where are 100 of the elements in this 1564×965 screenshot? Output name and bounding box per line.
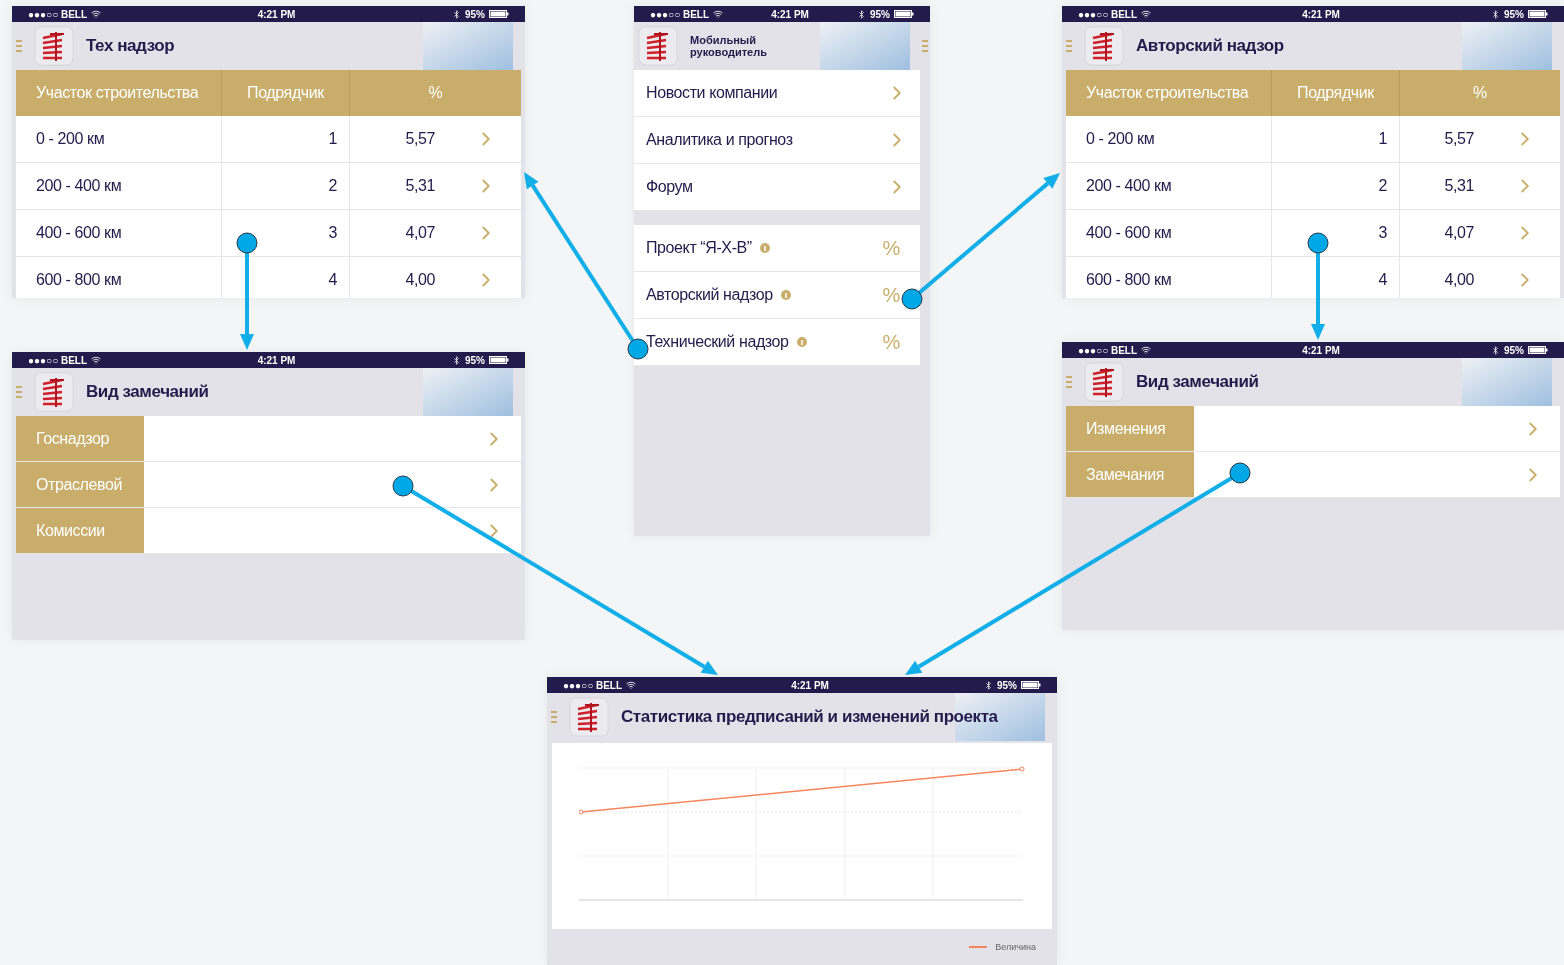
table-row[interactable]: 600 - 800 км 4 4,00 [1066, 257, 1560, 298]
battery-icon [1528, 10, 1548, 18]
wifi-icon [91, 9, 102, 19]
battery-icon [894, 10, 914, 18]
table-cell-text: 5,31 [405, 176, 435, 196]
table-cell: 2 [1272, 163, 1400, 209]
legend-line-icon [969, 946, 988, 950]
menu-item-label: Технический надзор [646, 332, 789, 352]
screen-title: Авторский надзор [1136, 35, 1284, 58]
table-cell: 4 [1272, 257, 1400, 298]
carrier-label: ●●●○○ BELL [650, 7, 710, 22]
building-logo-icon [638, 26, 678, 66]
carrier-label: ●●●○○ BELL [1078, 7, 1138, 22]
menu-item[interactable]: Проект “Я-Х-В” % [634, 225, 920, 272]
table-cell: 0 - 200 км [16, 116, 222, 162]
info-icon [780, 290, 791, 300]
menu-item-label: Аналитика и прогноз [646, 130, 793, 150]
screen-title: Статистика предписаний и изменений проекта [621, 706, 998, 729]
menu-icon[interactable] [1066, 376, 1072, 388]
carrier-label: ●●●○○ BELL [1078, 343, 1138, 358]
clock-label: 4:21 PM [257, 353, 296, 368]
column-header: % [1472, 83, 1488, 103]
menu-item[interactable]: Авторский надзор % [634, 272, 920, 319]
percent-label: % [882, 330, 901, 355]
battery-icon [1021, 681, 1041, 689]
carrier-label: ●●●○○ BELL [563, 678, 623, 693]
table-cell: 1 [222, 116, 350, 162]
battery-icon [489, 10, 509, 18]
wifi-icon [713, 9, 724, 19]
table-cell-text: 5,57 [1444, 129, 1474, 149]
table-cell-text: 4,07 [1444, 223, 1474, 243]
menu-icon[interactable] [1066, 40, 1072, 52]
menu-item[interactable]: Новости компании [634, 70, 920, 117]
battery-label: 95% [465, 353, 485, 368]
carrier-label: ●●●○○ BELL [28, 353, 88, 368]
wifi-icon [1141, 9, 1152, 19]
column-header: % [427, 83, 444, 103]
screen-title: Вид замечаний [86, 381, 209, 404]
table-row[interactable]: 0 - 200 км 1 5,57 [16, 116, 521, 163]
table-cell: 400 - 600 км [1066, 210, 1272, 256]
clock-label: 4:21 PM [1302, 7, 1340, 22]
battery-label: 95% [997, 678, 1017, 693]
table-cell-text: 4,07 [405, 223, 435, 243]
battery-label: 95% [1504, 7, 1524, 22]
battery-icon [1528, 346, 1548, 354]
menu-item-label: Новости компании [646, 83, 778, 103]
table-row[interactable]: 200 - 400 км 2 5,31 [1066, 163, 1560, 210]
menu-item[interactable]: Аналитика и прогноз [634, 117, 920, 164]
table-row[interactable]: 200 - 400 км 2 5,31 [16, 163, 521, 210]
table-cell: 1 [1272, 116, 1400, 162]
menu-icon[interactable] [16, 386, 22, 398]
menu-item[interactable]: Форум [634, 164, 920, 211]
wifi-icon [91, 355, 102, 365]
bluetooth-icon [857, 9, 866, 19]
clock-label: 4:21 PM [771, 7, 809, 22]
info-icon [759, 243, 770, 253]
menu-icon[interactable] [16, 40, 22, 52]
category-label: Изменения [1066, 406, 1194, 451]
table-row[interactable]: 600 - 800 км 4 4,00 [16, 257, 521, 298]
category-label: Комиссии [16, 508, 144, 553]
building-logo-icon [34, 372, 74, 412]
table-cell: 200 - 400 км [1066, 163, 1272, 209]
bluetooth-icon [984, 680, 993, 690]
table-cell: 600 - 800 км [1066, 257, 1272, 298]
bluetooth-icon [1491, 9, 1500, 19]
percent-label: % [882, 283, 901, 308]
category-label: Замечания [1066, 452, 1194, 497]
clock-label: 4:21 PM [257, 7, 296, 22]
bluetooth-icon [452, 355, 461, 365]
carrier-label: ●●●○○ BELL [28, 7, 88, 22]
table-row[interactable]: 0 - 200 км 1 5,57 [1066, 116, 1560, 163]
bluetooth-icon [452, 9, 461, 19]
menu-icon[interactable] [551, 711, 557, 723]
category-label: Отраслевой [16, 462, 144, 507]
table-cell-text: 5,57 [405, 129, 435, 149]
battery-label: 95% [1504, 343, 1524, 358]
screen-title: Тех надзор [86, 35, 175, 58]
table-cell-text: 5,31 [1444, 176, 1474, 196]
wifi-icon [626, 680, 637, 690]
table-cell-text: 4,00 [1444, 270, 1474, 290]
clock-label: 4:21 PM [1302, 343, 1340, 358]
table-row[interactable]: 400 - 600 км 3 4,07 [1066, 210, 1560, 257]
battery-icon [489, 356, 509, 364]
menu-item-label: Проект “Я-Х-В” [646, 238, 752, 258]
menu-item-label: Авторский надзор [646, 285, 773, 305]
battery-label: 95% [870, 7, 890, 22]
table-cell: 2 [222, 163, 350, 209]
menu-icon[interactable] [922, 40, 928, 52]
table-cell: 0 - 200 км [1066, 116, 1272, 162]
table-cell: 4 [222, 257, 350, 298]
menu-item[interactable]: Технический надзор % [634, 319, 920, 366]
building-logo-icon [1084, 26, 1124, 66]
clock-label: 4:21 PM [791, 678, 829, 693]
info-icon [796, 337, 807, 347]
table-cell: 600 - 800 км [16, 257, 222, 298]
table-cell: 400 - 600 км [16, 210, 222, 256]
category-label: Госнадзор [16, 416, 144, 461]
table-row[interactable]: 400 - 600 км 3 4,07 [16, 210, 521, 257]
building-logo-icon [1084, 362, 1124, 402]
building-logo-icon [34, 26, 74, 66]
